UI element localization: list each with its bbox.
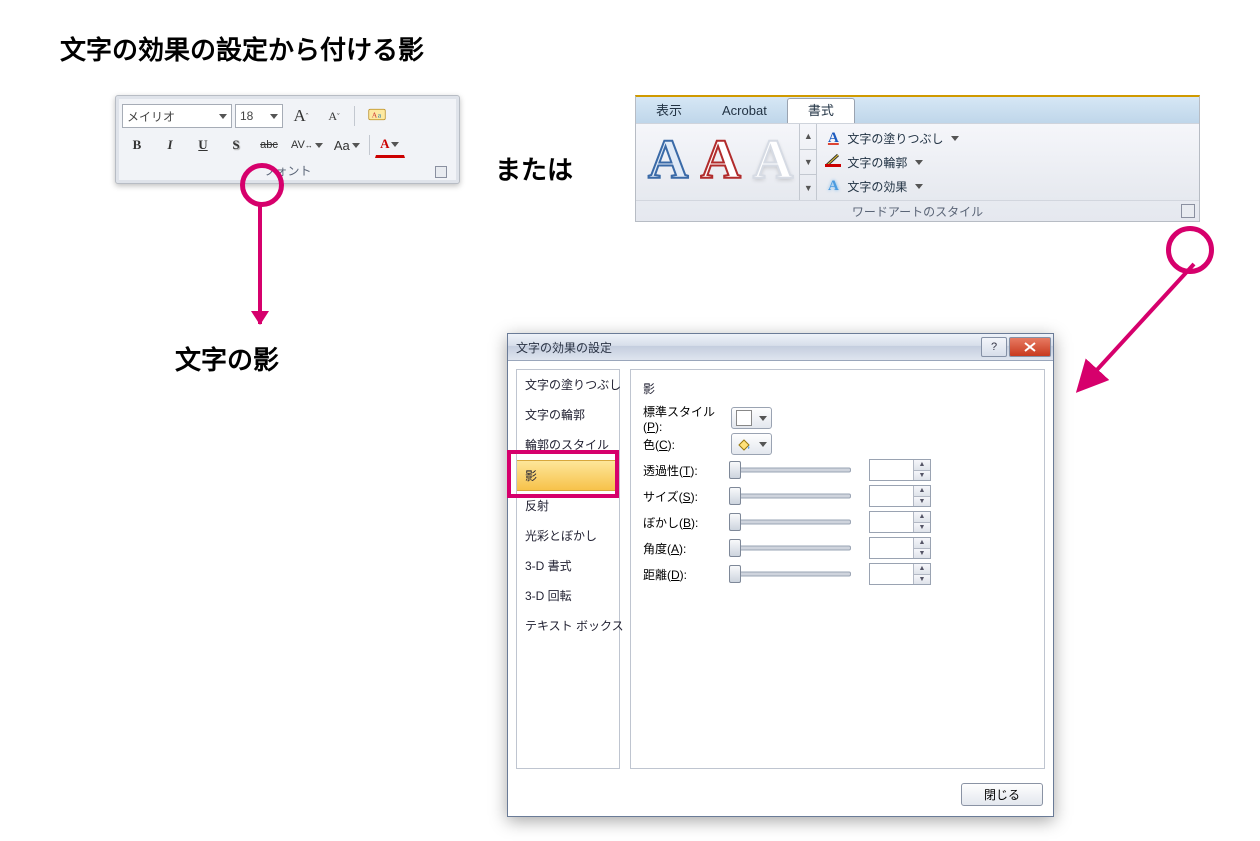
char-spacing-button[interactable]: AV↔ xyxy=(287,133,327,157)
dialog-launcher-button[interactable] xyxy=(1181,204,1195,218)
text-fill-button[interactable]: A 文字の塗りつぶし xyxy=(825,128,1191,148)
tab-view[interactable]: 表示 xyxy=(636,99,702,123)
help-button[interactable]: ? xyxy=(981,337,1007,357)
strikethrough-button[interactable]: abc xyxy=(254,133,284,157)
blur-spin[interactable]: ▲▼ xyxy=(869,511,931,533)
distance-spin[interactable]: ▲▼ xyxy=(869,563,931,585)
chevron-down-icon xyxy=(915,184,923,189)
ribbon-tabs: 表示 Acrobat 書式 xyxy=(636,97,1199,123)
dialog-titlebar: 文字の効果の設定 ? xyxy=(508,334,1053,361)
chevron-down-icon xyxy=(315,143,323,148)
nav-shadow[interactable]: 影 xyxy=(517,460,619,491)
nav-3d-format[interactable]: 3-D 書式 xyxy=(517,551,619,581)
distance-slider[interactable] xyxy=(731,566,851,582)
font-name-value: メイリオ xyxy=(127,108,216,125)
nav-text-outline[interactable]: 文字の輪郭 xyxy=(517,400,619,430)
blur-label: ぼかし(B): xyxy=(643,514,731,531)
preset-label: 標準スタイル(P): xyxy=(643,403,731,434)
wordart-gallery[interactable]: A A A xyxy=(636,124,799,200)
nav-3d-rotation[interactable]: 3-D 回転 xyxy=(517,581,619,611)
color-label: 色(C): xyxy=(643,436,731,453)
angle-slider[interactable] xyxy=(731,540,851,556)
close-icon xyxy=(1023,341,1037,353)
wordart-style-red[interactable]: A xyxy=(700,132,740,192)
chevron-down-icon xyxy=(759,416,767,421)
font-size-value: 18 xyxy=(240,109,267,123)
dialog-nav: 文字の塗りつぶし 文字の輪郭 輪郭のスタイル 影 反射 光彩とぼかし 3-D 書… xyxy=(516,369,620,769)
nav-glow[interactable]: 光彩とぼかし xyxy=(517,521,619,551)
chevron-down-icon xyxy=(759,442,767,447)
nav-text-fill[interactable]: 文字の塗りつぶし xyxy=(517,370,619,400)
change-case-button[interactable]: Aa xyxy=(330,133,364,157)
preset-swatch-icon xyxy=(736,410,752,426)
text-outline-icon xyxy=(825,153,841,172)
font-toolbar: メイリオ 18 Aˆ Aˇ A a B I U S abc AV↔ Aa xyxy=(115,95,460,184)
dialog-title-text: 文字の効果の設定 xyxy=(516,339,612,356)
chevron-down-icon xyxy=(915,160,923,165)
page-title: 文字の効果の設定から付ける影 xyxy=(60,30,424,67)
text-effects-dialog: 文字の効果の設定 ? 文字の塗りつぶし 文字の輪郭 輪郭のスタイル 影 反射 光… xyxy=(507,333,1054,817)
shadow-callout-label: 文字の影 xyxy=(175,340,279,377)
ribbon-wordart-group: 表示 Acrobat 書式 A A A ▲ ▼ ▼ A 文字の塗りつぶし 文字の… xyxy=(635,95,1200,222)
text-shadow-button[interactable]: S xyxy=(221,133,251,157)
font-name-combo[interactable]: メイリオ xyxy=(122,104,232,128)
gallery-expand-icon[interactable]: ▼ xyxy=(800,175,816,200)
font-color-button[interactable]: A xyxy=(375,132,405,158)
svg-text:A: A xyxy=(372,111,378,120)
chevron-down-icon xyxy=(270,114,278,119)
size-slider[interactable] xyxy=(731,488,851,504)
text-effects-icon: A xyxy=(825,178,841,195)
separator xyxy=(354,106,355,126)
nav-reflection[interactable]: 反射 xyxy=(517,491,619,521)
separator xyxy=(369,135,370,155)
highlight-circle xyxy=(1166,226,1214,274)
close-button[interactable] xyxy=(1009,337,1051,357)
chevron-down-icon xyxy=(352,143,360,148)
arrow-diagonal-icon xyxy=(1072,258,1202,398)
wordart-style-blue[interactable]: A xyxy=(648,132,688,192)
close-dialog-button[interactable]: 閉じる xyxy=(961,783,1043,806)
eraser-icon: A a xyxy=(368,108,386,124)
color-dropdown[interactable] xyxy=(731,433,772,455)
dialog-panel-shadow: 影 標準スタイル(P): 色(C): 透過性 xyxy=(630,369,1045,769)
decrease-font-button[interactable]: Aˇ xyxy=(319,104,349,128)
font-size-combo[interactable]: 18 xyxy=(235,104,283,128)
blur-slider[interactable] xyxy=(731,514,851,530)
size-spin[interactable]: ▲▼ xyxy=(869,485,931,507)
gallery-scroll[interactable]: ▲ ▼ ▼ xyxy=(799,124,816,200)
wordart-group-label: ワードアートのスタイル xyxy=(636,200,1199,221)
chevron-down-icon xyxy=(219,114,227,119)
chevron-down-icon xyxy=(951,136,959,141)
transparency-spin[interactable]: ▲▼ xyxy=(869,459,931,481)
text-fill-icon: A xyxy=(825,130,841,147)
underline-button[interactable]: U xyxy=(188,133,218,157)
text-outline-button[interactable]: 文字の輪郭 xyxy=(825,152,1191,172)
nav-textbox[interactable]: テキスト ボックス xyxy=(517,611,619,641)
italic-button[interactable]: I xyxy=(155,133,185,157)
distance-label: 距離(D): xyxy=(643,566,731,583)
wordart-options: A 文字の塗りつぶし 文字の輪郭 A 文字の効果 xyxy=(816,124,1199,200)
increase-font-button[interactable]: Aˆ xyxy=(286,104,316,128)
size-label: サイズ(S): xyxy=(643,488,731,505)
preset-dropdown[interactable] xyxy=(731,407,772,429)
paint-bucket-icon xyxy=(736,437,752,451)
font-group-label: フォント xyxy=(122,160,453,183)
tab-format[interactable]: 書式 xyxy=(787,98,855,123)
nav-outline-style[interactable]: 輪郭のスタイル xyxy=(517,430,619,460)
chevron-down-icon xyxy=(391,142,399,147)
text-effects-button[interactable]: A 文字の効果 xyxy=(825,176,1191,196)
clear-formatting-button[interactable]: A a xyxy=(360,104,394,128)
angle-label: 角度(A): xyxy=(643,540,731,557)
scroll-down-icon[interactable]: ▼ xyxy=(800,150,816,176)
panel-heading: 影 xyxy=(643,380,1032,397)
transparency-slider[interactable] xyxy=(731,462,851,478)
scroll-up-icon[interactable]: ▲ xyxy=(800,124,816,150)
angle-spin[interactable]: ▲▼ xyxy=(869,537,931,559)
tab-acrobat[interactable]: Acrobat xyxy=(702,99,787,123)
transparency-label: 透過性(T): xyxy=(643,462,731,479)
or-label: または xyxy=(495,150,573,187)
arrow-down-icon xyxy=(258,204,262,324)
bold-button[interactable]: B xyxy=(122,133,152,157)
wordart-style-white[interactable]: A xyxy=(753,132,793,192)
